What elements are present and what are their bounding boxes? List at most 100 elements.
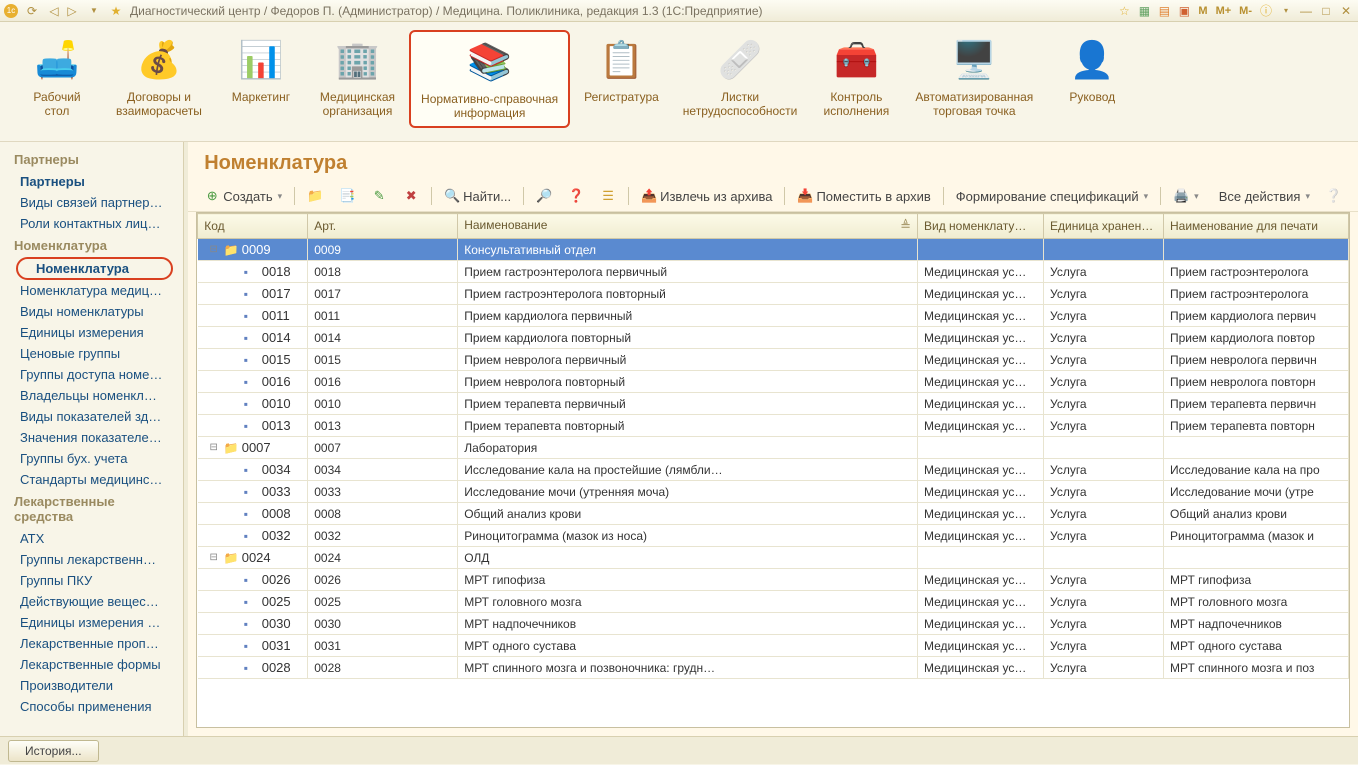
table-row[interactable]: ▪00150015Прием невролога первичныйМедици… [198, 349, 1349, 371]
nav-item[interactable]: Группы лекарственных форм [0, 549, 183, 570]
nav-fwd-icon[interactable]: ▷ [64, 3, 80, 19]
control-icon: 🧰 [832, 36, 880, 84]
table-row-folder[interactable]: ⊟📁00090009Консультативный отдел [198, 239, 1349, 261]
nav-item[interactable]: Владельцы номенклатуры [0, 385, 183, 406]
help2-button[interactable]: ❔ [1320, 185, 1348, 207]
delete-mark-button[interactable]: ✖ [397, 185, 425, 207]
minimize-icon[interactable]: — [1298, 3, 1314, 19]
table-row[interactable]: ▪00180018Прием гастроэнтеролога первичны… [198, 261, 1349, 283]
nav-back-icon[interactable]: ◁ [46, 3, 62, 19]
nav-item[interactable]: Лекарственные формы [0, 654, 183, 675]
tree-toggle-icon[interactable]: ⊟ [208, 552, 220, 563]
nav-item[interactable]: Номенклатура [16, 257, 173, 280]
info-icon[interactable]: ⓘ [1258, 3, 1274, 19]
info-dropdown-icon[interactable]: ▾ [1278, 3, 1294, 19]
section-tab-control[interactable]: 🧰Контрольисполнения [811, 30, 901, 124]
nav-item[interactable]: Значения показателей здоровья [0, 427, 183, 448]
nav-item[interactable]: Виды показателей здоровья [0, 406, 183, 427]
nav-item[interactable]: Производители [0, 675, 183, 696]
calc-icon[interactable]: ▤ [1156, 3, 1172, 19]
nav-item[interactable]: Виды номенклатуры [0, 301, 183, 322]
section-tab-desk[interactable]: 🛋️Рабочийстол [12, 30, 102, 124]
nav-item[interactable]: Лекарственные прописи [0, 633, 183, 654]
extract-button[interactable]: 📤 Извлечь из архива [635, 185, 778, 207]
zoom-button[interactable]: 🔎 [530, 185, 558, 207]
refresh-icon[interactable]: ⟳ [24, 3, 40, 19]
table-row[interactable]: ▪00330033Исследование мочи (утренняя моч… [198, 481, 1349, 503]
nav-item[interactable]: Группы доступа номенклатуры [0, 364, 183, 385]
copy-button[interactable]: 📑 [333, 185, 361, 207]
nav-item[interactable]: Группы бух. учета [0, 448, 183, 469]
memory-mminus-button[interactable]: M- [1237, 5, 1254, 17]
table-row[interactable]: ▪00310031МРТ одного суставаМедицинская у… [198, 635, 1349, 657]
nav-item[interactable]: Номенклатура медицинских усл… [0, 280, 183, 301]
column-header[interactable]: Единица хранен… [1044, 214, 1164, 239]
memory-m-button[interactable]: M [1196, 5, 1209, 17]
table-row[interactable]: ▪00300030МРТ надпочечниковМедицинская ус… [198, 613, 1349, 635]
star-small-icon[interactable]: ☆ [1116, 3, 1132, 19]
nav-item[interactable]: Партнеры [0, 171, 183, 192]
column-header[interactable]: Код [198, 214, 308, 239]
print-button[interactable]: 🖨️▾ [1167, 185, 1205, 207]
section-tab-sick[interactable]: 🩹Листкинетрудоспособности [673, 30, 808, 124]
nav-item[interactable]: Единицы измерения лекарстве… [0, 612, 183, 633]
nav-item[interactable]: Стандарты медицинской помощи [0, 469, 183, 490]
calendar-icon[interactable]: ▣ [1176, 3, 1192, 19]
table-row[interactable]: ▪00250025МРТ головного мозгаМедицинская … [198, 591, 1349, 613]
table-row[interactable]: ▪00170017Прием гастроэнтеролога повторны… [198, 283, 1349, 305]
memory-mplus-button[interactable]: M+ [1214, 5, 1234, 17]
table-row[interactable]: ▪00110011Прием кардиолога первичныйМедиц… [198, 305, 1349, 327]
table-row[interactable]: ▪00160016Прием невролога повторныйМедици… [198, 371, 1349, 393]
table-row[interactable]: ▪00130013Прием терапевта повторныйМедици… [198, 415, 1349, 437]
nav-dropdown-icon[interactable]: ▼ [86, 3, 102, 19]
archive-button[interactable]: 📥 Поместить в архив [791, 185, 936, 207]
nav-item[interactable]: Действующие вещества (МНН) [0, 591, 183, 612]
column-header[interactable]: Вид номенклату… [918, 214, 1044, 239]
cell-code: 0013 [262, 418, 291, 433]
new-folder-button[interactable]: 📁 [301, 185, 329, 207]
history-button[interactable]: История... [8, 740, 99, 762]
tree-toggle-icon[interactable]: ⊟ [208, 244, 220, 255]
all-actions-button[interactable]: Все действия ▾ [1213, 186, 1316, 207]
column-header[interactable]: Наименование для печати [1164, 214, 1349, 239]
favorite-icon[interactable]: ★ [108, 3, 124, 19]
section-tab-medorg[interactable]: 🏢Медицинскаяорганизация [310, 30, 405, 124]
nav-item[interactable]: Единицы измерения [0, 322, 183, 343]
nav-item[interactable]: Виды связей партнеров [0, 192, 183, 213]
specs-button[interactable]: Формирование спецификаций ▾ [950, 186, 1154, 207]
table-row[interactable]: ▪00340034Исследование кала на простейшие… [198, 459, 1349, 481]
find-button[interactable]: 🔍 Найти... [438, 185, 517, 207]
edit-button[interactable]: ✎ [365, 185, 393, 207]
cell-code: 0026 [262, 572, 291, 587]
maximize-icon[interactable]: □ [1318, 3, 1334, 19]
close-icon[interactable]: ✕ [1338, 3, 1354, 19]
create-button[interactable]: ⊕ Создать ▾ [198, 185, 288, 207]
table-row[interactable]: ▪00100010Прием терапевта первичныйМедици… [198, 393, 1349, 415]
section-tab-pos[interactable]: 🖥️Автоматизированнаяторговая точка [905, 30, 1043, 124]
table-row[interactable]: ▪00280028МРТ спинного мозга и позвоночни… [198, 657, 1349, 679]
table-row-folder[interactable]: ⊟📁00240024ОЛД [198, 547, 1349, 569]
list-button[interactable]: ☰ [594, 185, 622, 207]
cell-name: Прием гастроэнтеролога повторный [458, 283, 918, 305]
tree-toggle-icon[interactable]: ⊟ [208, 442, 220, 453]
data-table-wrap[interactable]: КодАрт.Наименование≜Вид номенклату…Едини… [196, 212, 1350, 728]
table-row-folder[interactable]: ⊟📁00070007Лаборатория [198, 437, 1349, 459]
table-row[interactable]: ▪00320032Риноцитограмма (мазок из носа)М… [198, 525, 1349, 547]
nav-item[interactable]: Способы применения [0, 696, 183, 717]
nav-item[interactable]: Роли контактных лиц партнеров [0, 213, 183, 234]
table-row[interactable]: ▪00140014Прием кардиолога повторныйМедиц… [198, 327, 1349, 349]
help-button[interactable]: ❓ [562, 185, 590, 207]
nav-item[interactable]: АТХ [0, 528, 183, 549]
column-header[interactable]: Наименование≜ [458, 214, 918, 239]
column-header[interactable]: Арт. [308, 214, 458, 239]
table-row[interactable]: ▪00260026МРТ гипофизаМедицинская ус…Услу… [198, 569, 1349, 591]
section-tab-contracts[interactable]: 💰Договоры ивзаиморасчеты [106, 30, 212, 124]
section-tab-marketing[interactable]: 📊Маркетинг [216, 30, 306, 110]
table-row[interactable]: ▪00080008Общий анализ кровиМедицинская у… [198, 503, 1349, 525]
nav-item[interactable]: Группы ПКУ [0, 570, 183, 591]
nav-item[interactable]: Ценовые группы [0, 343, 183, 364]
notes-icon[interactable]: ▦ [1136, 3, 1152, 19]
section-tab-mgr[interactable]: 👤Руковод [1047, 30, 1137, 110]
section-tab-reg[interactable]: 📋Регистратура [574, 30, 669, 110]
section-tab-nsi[interactable]: 📚Нормативно-справочнаяинформация [409, 30, 570, 128]
